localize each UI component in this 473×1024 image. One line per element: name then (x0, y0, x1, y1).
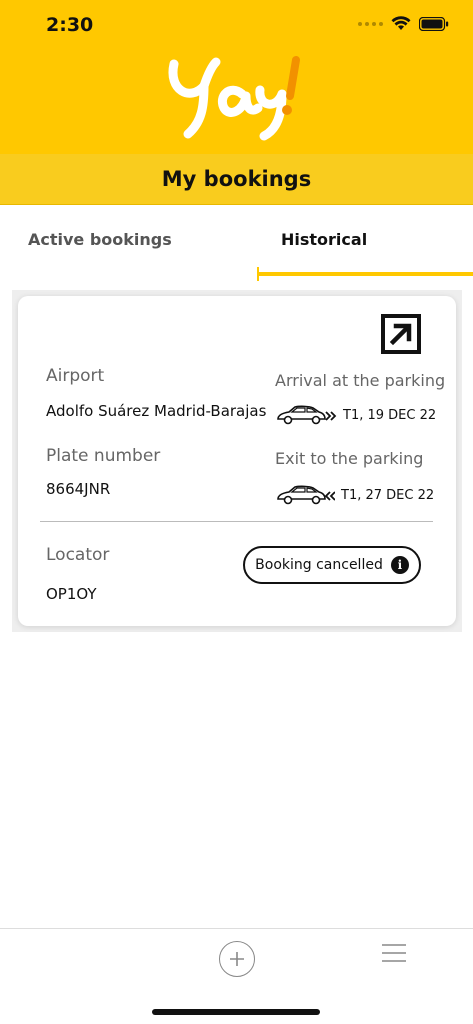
car-arrival-icon (277, 405, 337, 425)
exit-label: Exit to the parking (275, 449, 424, 468)
status-icons (358, 16, 449, 31)
add-booking-button[interactable] (219, 941, 255, 977)
home-indicator (152, 1009, 320, 1015)
tab-historical[interactable]: Historical (281, 230, 367, 249)
arrival-info: T1, 19 DEC 22 (275, 404, 436, 426)
app-header: 2:30 (0, 0, 473, 154)
title-bar: My bookings (0, 154, 473, 205)
plate-label: Plate number (46, 446, 161, 466)
tab-selected-indicator (257, 267, 473, 281)
exit-value: T1, 27 DEC 22 (341, 487, 435, 503)
booking-status-text: Booking cancelled (255, 557, 383, 573)
plate-value: 8664JNR (46, 480, 111, 498)
airport-label: Airport (46, 366, 105, 386)
plus-icon (230, 952, 244, 966)
bookings-tabs: Active bookings Historical (0, 206, 473, 284)
status-bar: 2:30 (0, 0, 473, 50)
booking-card[interactable]: Airport Adolfo Suárez Madrid-Barajas Arr… (18, 296, 456, 626)
status-time: 2:30 (46, 14, 94, 36)
airport-value: Adolfo Suárez Madrid-Barajas (46, 402, 267, 420)
car-exit-icon (277, 485, 335, 505)
signal-icon (358, 21, 383, 26)
hamburger-menu-icon[interactable] (380, 942, 408, 964)
arrival-label: Arrival at the parking (275, 371, 446, 390)
arrival-value: T1, 19 DEC 22 (343, 407, 437, 423)
info-icon[interactable]: i (390, 556, 409, 574)
tab-active-bookings[interactable]: Active bookings (28, 230, 172, 249)
locator-value: OP1OY (46, 585, 97, 603)
booking-status-badge[interactable]: Booking cancelled i (243, 546, 421, 584)
exit-info: T1, 27 DEC 22 (275, 484, 434, 506)
locator-label: Locator (46, 545, 110, 565)
battery-icon (419, 16, 449, 31)
external-link-icon[interactable] (381, 314, 421, 354)
card-divider (40, 521, 433, 522)
page-title: My bookings (161, 167, 312, 191)
yay-logo (168, 56, 300, 141)
wifi-icon (391, 16, 411, 30)
bottom-nav (0, 928, 473, 1024)
